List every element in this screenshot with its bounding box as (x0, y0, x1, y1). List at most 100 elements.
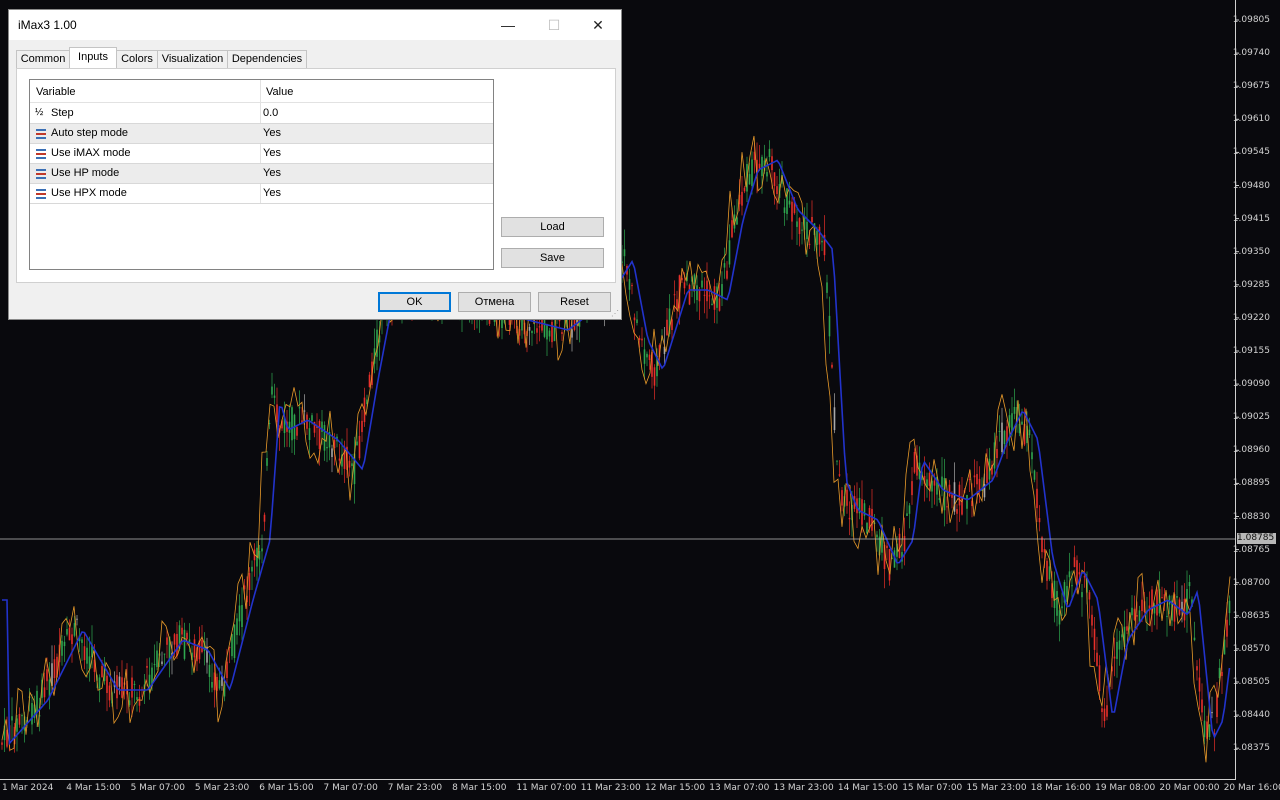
price-axis-label: 1.09805 (1232, 15, 1270, 25)
variable-value[interactable]: Yes (263, 167, 281, 179)
candle-body (888, 549, 891, 581)
candle-body (1043, 549, 1046, 553)
tab-common[interactable]: Common (16, 50, 70, 68)
time-axis-label: 7 Mar 23:00 (387, 783, 443, 793)
candle-body (688, 284, 691, 305)
table-row[interactable]: Use HP mode Yes (30, 164, 493, 184)
candle-body (53, 659, 56, 679)
table-row[interactable]: Use iMAX mode Yes (30, 144, 493, 164)
candle-body (343, 446, 346, 469)
candle-body (648, 354, 651, 360)
time-axis-label: 1 Mar 2024 (2, 783, 54, 793)
candle-body (153, 664, 156, 666)
price-axis-label: 1.08570 (1232, 643, 1270, 654)
candle-body (1098, 665, 1101, 692)
list-icon (35, 168, 47, 179)
maximize-icon: ☐ (547, 17, 561, 33)
cancel-button[interactable]: Отмена (458, 292, 531, 312)
candle-body (828, 315, 831, 337)
price-axis-label: 1.09285 (1232, 279, 1270, 290)
candle-body (76, 618, 78, 620)
candle-body (358, 435, 361, 459)
candle-body (326, 446, 328, 449)
candle-body (46, 669, 48, 682)
table-row[interactable]: Auto step mode Yes (30, 124, 493, 144)
candle-body (1208, 724, 1211, 738)
candle-body (833, 407, 836, 431)
candle-body (913, 451, 916, 473)
tab-visualization[interactable]: Visualization (157, 50, 228, 68)
column-header-variable[interactable]: Variable (36, 86, 76, 98)
variable-value[interactable]: Yes (263, 147, 281, 159)
candle-body (193, 639, 196, 658)
candle-body (1036, 488, 1038, 509)
candle-body (288, 421, 291, 433)
candle-body (1103, 708, 1106, 721)
candle-body (933, 480, 936, 486)
table-row[interactable]: ½ Step 0.0 (30, 104, 493, 124)
load-button[interactable]: Load (501, 217, 604, 237)
candle-body (161, 661, 163, 665)
candle-body (81, 639, 83, 643)
candle-body (911, 481, 913, 496)
tab-colors[interactable]: Colors (116, 50, 158, 68)
time-axis-label: 8 Mar 15:00 (452, 783, 507, 793)
price-axis-label: 1.09545 (1232, 147, 1270, 158)
variable-name: Auto step mode (51, 127, 129, 139)
title-bar[interactable]: iMax3 1.00 — ☐ ✕ (9, 10, 621, 40)
variable-value[interactable]: 0.0 (263, 107, 278, 119)
price-axis-label: 1.09025 (1232, 412, 1270, 423)
candle-body (11, 716, 13, 721)
candle-body (696, 285, 698, 301)
candle-body (1193, 637, 1196, 641)
candle-body (561, 332, 563, 334)
save-button[interactable]: Save (501, 248, 604, 268)
candle-body (546, 324, 548, 340)
candle-body (208, 664, 211, 678)
candle-body (641, 338, 643, 341)
price-axis-label: 1.09610 (1232, 114, 1270, 125)
candle-body (241, 605, 243, 628)
candle-body (623, 249, 626, 257)
candle-body (846, 489, 848, 506)
minimize-icon[interactable]: — (485, 10, 531, 40)
candle-body (806, 221, 808, 240)
candle-body (1041, 537, 1043, 553)
candle-body (951, 494, 953, 498)
candle-body (751, 159, 753, 186)
candle-body (1031, 452, 1033, 460)
reset-button[interactable]: Reset (538, 292, 611, 312)
resize-grip-icon[interactable]: ⋰ (611, 309, 619, 318)
candle-body (783, 207, 786, 213)
candle-body (1201, 699, 1203, 713)
candle-body (788, 200, 791, 205)
price-axis-label: 1.08440 (1232, 710, 1270, 721)
candle-body (176, 633, 178, 657)
candle-body (1198, 677, 1201, 692)
tab-inputs[interactable]: Inputs (69, 47, 117, 69)
candle-body (98, 677, 101, 689)
tab-dependencies[interactable]: Dependencies (227, 50, 307, 68)
variable-name: Step (51, 107, 74, 119)
candle-body (261, 548, 263, 552)
candle-body (166, 637, 168, 645)
candle-body (1078, 572, 1081, 575)
time-axis-label: 20 Mar 16:00 (1223, 783, 1280, 793)
candle-body (308, 428, 311, 440)
candle-body (836, 460, 838, 462)
candle-body (231, 634, 233, 657)
variable-value[interactable]: Yes (263, 127, 281, 139)
variable-value[interactable]: Yes (263, 187, 281, 199)
fraction-icon: ½ (35, 107, 44, 118)
candle-body (831, 364, 833, 368)
candle-body (731, 220, 733, 238)
candle-body (791, 201, 793, 222)
candle-body (761, 156, 763, 177)
ok-button[interactable]: OK (378, 292, 451, 312)
candle-body (1, 742, 3, 745)
column-header-value[interactable]: Value (266, 86, 293, 98)
table-row[interactable]: Use HPX mode Yes (30, 184, 493, 204)
candle-body (296, 427, 298, 436)
close-icon[interactable]: ✕ (575, 10, 621, 40)
price-axis-label: 1.08700 (1232, 577, 1270, 588)
